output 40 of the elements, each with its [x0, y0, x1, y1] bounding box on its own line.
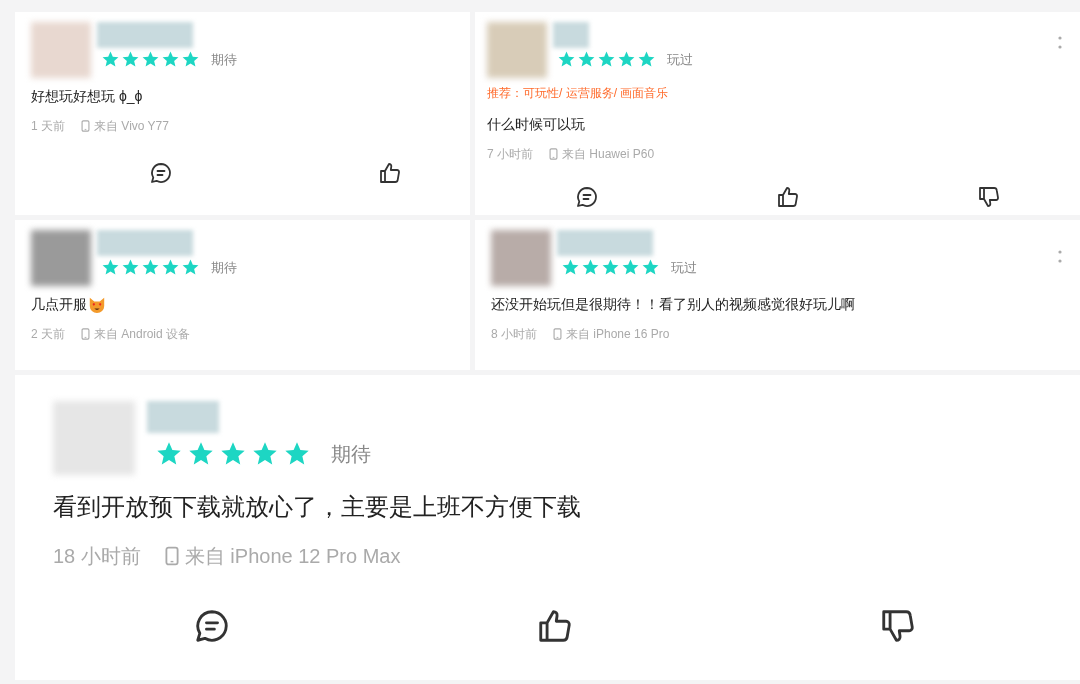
- post-time: 1 天前: [31, 118, 65, 135]
- avatar-placeholder: [487, 22, 547, 78]
- status-label: 期待: [211, 259, 237, 277]
- comment-icon[interactable]: [575, 185, 599, 209]
- post-time: 2 天前: [31, 326, 65, 343]
- avatar-placeholder: [31, 230, 91, 286]
- device-label: 来自 iPhone 16 Pro: [566, 326, 670, 343]
- comment-icon[interactable]: [193, 607, 231, 645]
- status-label: 期待: [211, 51, 237, 69]
- phone-icon: [81, 120, 90, 132]
- status-label: 玩过: [671, 259, 697, 277]
- device-label: 来自 Android 设备: [94, 326, 191, 343]
- review-text: 几点开服: [31, 295, 87, 314]
- post-time: 8 小时前: [491, 326, 537, 343]
- phone-icon: [164, 546, 179, 566]
- phone-icon: [549, 148, 558, 160]
- review-text: 还没开始玩但是很期待！！看了别人的视频感觉很好玩儿啊: [491, 295, 855, 314]
- thumbs-down-icon[interactable]: [977, 185, 1001, 209]
- username-placeholder: [147, 401, 219, 433]
- phone-icon: [553, 328, 562, 340]
- thumbs-up-icon[interactable]: [776, 185, 800, 209]
- phone-icon: [81, 328, 90, 340]
- status-label: 玩过: [667, 51, 693, 69]
- device-label: 来自 Vivo Y77: [94, 118, 169, 135]
- comment-icon[interactable]: [149, 161, 173, 185]
- thumbs-up-icon[interactable]: [378, 161, 402, 185]
- review-text: 看到开放预下载就放心了，主要是上班不方便下载: [53, 492, 581, 522]
- review-text: 什么时候可以玩: [487, 115, 585, 134]
- thumbs-up-icon[interactable]: [536, 607, 574, 645]
- recommend-tags: 推荐：可玩性/ 运营服务/ 画面音乐: [487, 84, 1064, 102]
- avatar-placeholder: [491, 230, 551, 286]
- status-label: 期待: [331, 442, 371, 467]
- device-label: 来自 Huawei P60: [562, 146, 655, 163]
- post-time: 18 小时前: [53, 544, 141, 569]
- username-placeholder: [553, 22, 589, 48]
- review-text: 好想玩好想玩 ϕ_ϕ: [31, 87, 143, 106]
- post-time: 7 小时前: [487, 146, 533, 163]
- avatar-placeholder: [31, 22, 91, 78]
- device-label: 来自 iPhone 12 Pro Max: [184, 544, 401, 569]
- thumbs-down-icon[interactable]: [879, 607, 917, 645]
